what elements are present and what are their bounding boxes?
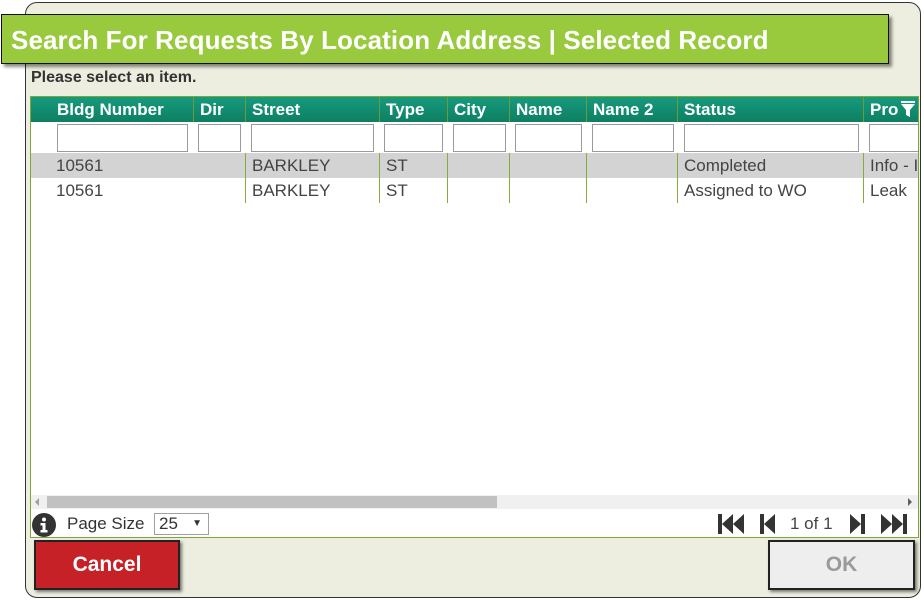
filter-input-bldg-number[interactable] — [57, 124, 188, 152]
cell-name-2 — [587, 153, 678, 178]
page-size-label: Page Size — [67, 514, 145, 533]
first-page-icon[interactable] — [717, 513, 745, 535]
column-header-city[interactable]: City — [448, 97, 510, 122]
ok-button[interactable]: OK — [768, 540, 915, 590]
filter-input-status[interactable] — [684, 124, 859, 152]
filter-row — [31, 122, 918, 153]
filter-input-type[interactable] — [384, 124, 443, 152]
cell-city — [448, 153, 510, 178]
select-prompt: Please select an item. — [31, 69, 197, 86]
next-page-icon[interactable] — [849, 513, 867, 535]
cell-status: Completed — [678, 153, 864, 178]
cancel-button[interactable]: Cancel — [34, 540, 180, 590]
cell-street: BARKLEY — [246, 153, 380, 178]
filter-input-name[interactable] — [515, 124, 582, 152]
filter-icon[interactable] — [901, 101, 915, 117]
grid-header: Bldg Number Dir Street Type City Name Na… — [31, 97, 918, 122]
cell-name-2 — [587, 178, 678, 203]
filter-input-name-2[interactable] — [592, 124, 674, 152]
cell-problem: Info - I — [870, 156, 919, 175]
pager-bar: Page Size 25 ▼ 1 of 1 — [31, 509, 918, 537]
cell-bldg-number: 10561 — [56, 181, 104, 200]
results-grid: Bldg Number Dir Street Type City Name Na… — [30, 96, 919, 538]
filter-input-problem[interactable] — [869, 124, 918, 152]
cell-dir — [194, 153, 246, 178]
column-header-dir[interactable]: Dir — [194, 97, 246, 122]
column-header-street[interactable]: Street — [246, 97, 380, 122]
scroll-right-arrow-icon[interactable] — [908, 498, 912, 506]
scroll-left-arrow-icon[interactable] — [35, 498, 39, 506]
cell-bldg-number: 10561 — [56, 156, 104, 175]
column-header-bldg-number[interactable]: Bldg Number — [50, 97, 194, 122]
chevron-down-icon: ▼ — [192, 518, 202, 529]
cell-type: ST — [380, 153, 448, 178]
column-header-problem-label: Pro — [870, 100, 899, 119]
cell-type: ST — [380, 178, 448, 203]
table-row[interactable]: 10561 BARKLEY ST Completed Info - I — [31, 153, 918, 178]
dialog-title-bar: Search For Requests By Location Address … — [1, 14, 889, 64]
dialog-title: Search For Requests By Location Address … — [11, 25, 769, 55]
cell-name — [510, 178, 587, 203]
table-row[interactable]: 10561 BARKLEY ST Assigned to WO Leak — [31, 178, 918, 203]
last-page-icon[interactable] — [880, 513, 908, 535]
filter-input-dir[interactable] — [198, 124, 241, 152]
page-size-select[interactable]: 25 ▼ — [154, 513, 209, 535]
info-icon[interactable] — [32, 513, 56, 537]
cell-city — [448, 178, 510, 203]
cell-problem: Leak — [870, 181, 907, 200]
column-header-type[interactable]: Type — [380, 97, 448, 122]
horizontal-scrollbar[interactable] — [31, 495, 918, 509]
previous-page-icon[interactable] — [758, 513, 776, 535]
filter-input-city[interactable] — [453, 124, 506, 152]
column-header-status[interactable]: Status — [678, 97, 864, 122]
cell-name — [510, 153, 587, 178]
cell-status: Assigned to WO — [678, 178, 864, 203]
page-info: 1 of 1 — [790, 514, 833, 533]
page-size-value: 25 — [159, 514, 178, 533]
column-header-name-2[interactable]: Name 2 — [587, 97, 678, 122]
cell-street: BARKLEY — [246, 178, 380, 203]
scrollbar-thumb[interactable] — [47, 496, 497, 508]
cell-dir — [194, 178, 246, 203]
filter-input-street[interactable] — [251, 124, 374, 152]
column-header-name[interactable]: Name — [510, 97, 587, 122]
